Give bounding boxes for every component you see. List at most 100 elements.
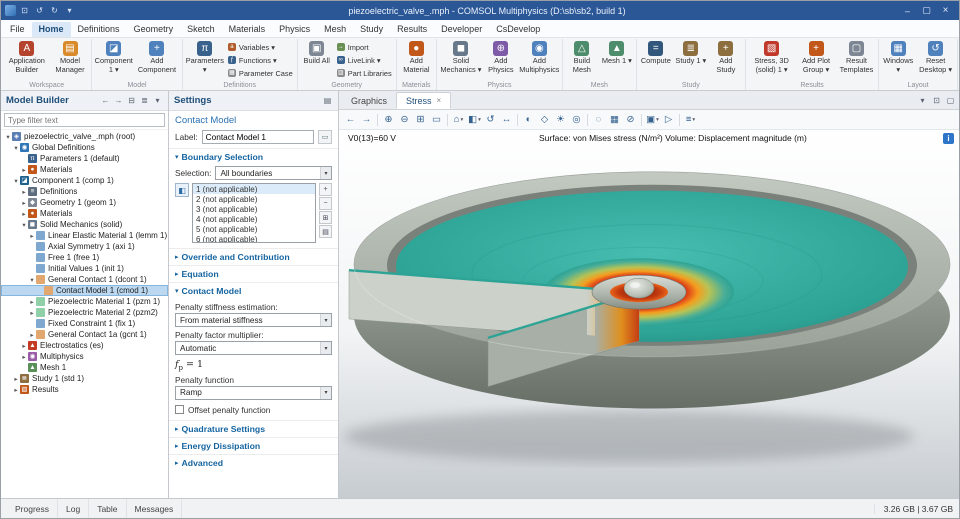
zoom-out-icon[interactable]: ⊖	[397, 112, 412, 127]
zoom-in-icon[interactable]: ⊕	[381, 112, 396, 127]
graphics-viewport[interactable]: V0(13)=60 V Surface: von Mises stress (N…	[339, 130, 959, 498]
ribbon-button-mesh-1[interactable]: ▲Mesh 1 ▾	[600, 40, 634, 67]
ribbon-button-import[interactable]: →Import	[335, 41, 394, 53]
tree-expander-icon[interactable]: ▸	[20, 188, 28, 196]
selection-combo[interactable]: All boundaries	[215, 166, 332, 180]
active-selection-toggle-icon[interactable]: ◧	[175, 183, 189, 197]
menu-tab-study[interactable]: Study	[353, 22, 390, 37]
player-icon[interactable]: ▷	[661, 112, 676, 127]
zoom-box-icon[interactable]: ▭	[429, 112, 444, 127]
zoom-extents-icon[interactable]: ⊞	[413, 112, 428, 127]
view-faces-icon[interactable]: ◧▾	[467, 112, 482, 127]
plot-info-icon[interactable]: i	[943, 133, 954, 144]
maximize-panel-icon[interactable]: ▢	[945, 94, 956, 106]
boundary-item-2[interactable]: 2 (not applicable)	[193, 194, 315, 204]
tree-expander-icon[interactable]: ▸	[28, 232, 36, 240]
redo-icon[interactable]: ↻	[48, 4, 61, 17]
ribbon-button-add-study[interactable]: +Add Study	[709, 40, 743, 75]
ribbon-button-solid-mechanics[interactable]: ◼Solid Mechanics ▾	[439, 40, 483, 75]
menu-tab-results[interactable]: Results	[390, 22, 434, 37]
go-to-default-view-icon[interactable]: ⌂▾	[451, 112, 466, 127]
tree-node-electrostatics-es[interactable]: ▸▲Electrostatics (es)	[1, 340, 168, 351]
zoom-to-selection-icon[interactable]: ⊞	[319, 211, 332, 224]
section-header-override-and-contribution[interactable]: Override and Contribution	[169, 248, 338, 265]
tree-node-study-1-std-1[interactable]: ▸≣Study 1 (std 1)	[1, 373, 168, 384]
menu-tab-csdevelop[interactable]: CsDevelop	[489, 22, 547, 37]
tree-expander-icon[interactable]: ▾	[12, 144, 20, 152]
status-tab-messages[interactable]: Messages	[127, 499, 183, 518]
select-box-icon[interactable]: ▦	[607, 112, 622, 127]
save-icon[interactable]: ⊡	[18, 4, 31, 17]
ribbon-button-functions[interactable]: ƒFunctions ▾	[226, 54, 295, 66]
wireframe-icon[interactable]: ◇	[537, 112, 552, 127]
tree-node-multiphysics[interactable]: ▸◉Multiphysics	[1, 351, 168, 362]
ribbon-button-reset-desktop[interactable]: ↺Reset Desktop ▾	[916, 40, 955, 75]
tree-node-materials[interactable]: ▸●Materials	[1, 208, 168, 219]
rename-label-icon[interactable]: ▭	[318, 130, 332, 144]
tree-node-component-1-comp-1[interactable]: ▾◪Component 1 (comp 1)	[1, 175, 168, 186]
tree-node-piezoelectric-material-1-pzm-1[interactable]: ▸Piezoelectric Material 1 (pzm 1)	[1, 296, 168, 307]
ribbon-button-study-1[interactable]: ≣Study 1 ▾	[674, 40, 708, 67]
select-icon[interactable]: ◌	[591, 112, 606, 127]
menu-tab-home[interactable]: Home	[32, 22, 71, 37]
tree-expander-icon[interactable]: ▸	[28, 331, 36, 339]
minimize-button[interactable]: –	[898, 3, 917, 18]
tree-node-initial-values-1-init-1[interactable]: Initial Values 1 (init 1)	[1, 263, 168, 274]
ribbon-button-parameter-case[interactable]: ▦Parameter Case	[226, 67, 295, 79]
section-header-equation[interactable]: Equation	[169, 265, 338, 282]
boundary-item-5[interactable]: 5 (not applicable)	[193, 224, 315, 234]
tree-expander-icon[interactable]: ▸	[20, 353, 28, 361]
rotate-icon[interactable]: ↺	[483, 112, 498, 127]
app-logo-icon[interactable]	[5, 5, 16, 16]
3d-scene[interactable]	[339, 130, 959, 498]
boundary-item-6[interactable]: 6 (not applicable)	[193, 234, 315, 243]
ribbon-button-stress-3d-solid-1[interactable]: ▧Stress, 3D (solid) 1 ▾	[748, 40, 796, 75]
ribbon-button-add-multiphysics[interactable]: ◉Add Multiphysics	[519, 40, 560, 75]
offset-penalty-checkbox[interactable]: Offset penalty function	[175, 405, 332, 415]
tree-expander-icon[interactable]: ▸	[20, 199, 28, 207]
penalty-function-combo[interactable]: Ramp	[175, 386, 332, 400]
ribbon-button-parameters[interactable]: πParameters ▾	[185, 40, 225, 75]
ribbon-button-add-plot-group[interactable]: +Add Plot Group ▾	[796, 40, 835, 75]
copy-selection-icon[interactable]: ▤	[319, 225, 332, 238]
scene-light-icon[interactable]: ☀	[553, 112, 568, 127]
menu-tab-geometry[interactable]: Geometry	[127, 22, 181, 37]
tree-expander-icon[interactable]: ▸	[20, 342, 28, 350]
section-header-quadrature-settings[interactable]: Quadrature Settings	[169, 420, 338, 437]
section-header-boundary-selection[interactable]: Boundary Selection	[169, 148, 338, 165]
settings-menu-icon[interactable]: ▤	[322, 95, 333, 107]
undo-icon[interactable]: ↺	[33, 4, 46, 17]
menu-tab-file[interactable]: File	[3, 22, 32, 37]
customize-quick-access-icon[interactable]: ▾	[63, 4, 76, 17]
float-window-icon[interactable]: ⊡	[931, 94, 942, 106]
tree-expander-icon[interactable]: ▸	[20, 166, 28, 174]
ribbon-button-livelink[interactable]: ∞LiveLink ▾	[335, 54, 394, 66]
tree-expander-icon[interactable]: ▾	[12, 177, 20, 185]
ribbon-button-part-libraries[interactable]: ▥Part Libraries	[335, 67, 394, 79]
tree-node-mesh-1[interactable]: ▲Mesh 1	[1, 362, 168, 373]
tree-expander-icon[interactable]: ▸	[12, 375, 20, 383]
ribbon-button-compute[interactable]: =Compute	[639, 40, 673, 67]
menu-tab-mesh[interactable]: Mesh	[317, 22, 353, 37]
tree-expander-icon[interactable]: ▾	[28, 276, 36, 284]
menu-tab-sketch[interactable]: Sketch	[180, 22, 222, 37]
remove-from-selection-icon[interactable]: −	[319, 197, 332, 210]
status-tab-table[interactable]: Table	[89, 499, 126, 518]
ribbon-button-build-mesh[interactable]: △Build Mesh	[565, 40, 599, 75]
tab-list-icon[interactable]: ▾	[917, 94, 928, 106]
tab-stress[interactable]: Stress ×	[396, 92, 451, 109]
ribbon-button-variables[interactable]: aVariables ▾	[226, 41, 295, 53]
ribbon-button-application-builder[interactable]: AApplication Builder	[4, 40, 50, 75]
plot-menu-icon[interactable]: ≡▾	[683, 112, 698, 127]
tree-expander-icon[interactable]: ▾	[4, 133, 12, 141]
menu-tab-developer[interactable]: Developer	[434, 22, 489, 37]
tab-graphics[interactable]: Graphics	[342, 92, 396, 109]
tree-node-global-definitions[interactable]: ▾◉Global Definitions	[1, 142, 168, 153]
section-header-energy-dissipation[interactable]: Energy Dissipation	[169, 437, 338, 454]
tree-node-fixed-constraint-1-fix-1[interactable]: Fixed Constraint 1 (fix 1)	[1, 318, 168, 329]
tree-node-materials[interactable]: ▸●Materials	[1, 164, 168, 175]
penalty-stiffness-combo[interactable]: From material stiffness	[175, 313, 332, 327]
ribbon-button-result-templates[interactable]: ▢Result Templates	[837, 40, 877, 75]
go-back-icon[interactable]: ←	[100, 95, 111, 107]
ribbon-button-add-material[interactable]: ●Add Material	[399, 40, 434, 75]
